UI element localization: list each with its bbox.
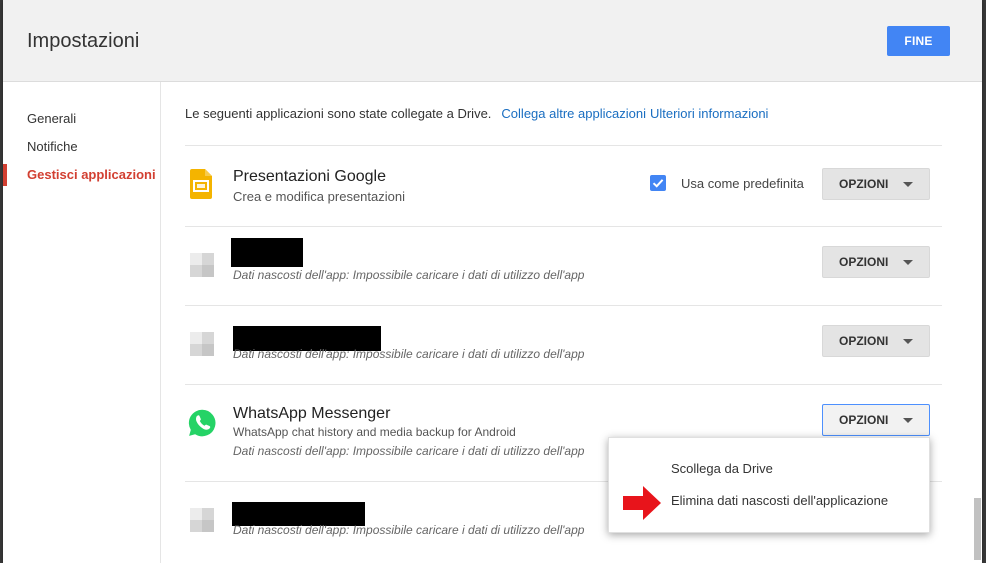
options-button[interactable]: OPZIONI <box>822 168 930 200</box>
default-checkbox[interactable] <box>650 175 666 191</box>
app-name: Presentazioni Google <box>233 168 386 185</box>
app-description: WhatsApp chat history and media backup f… <box>233 425 516 439</box>
more-info-link[interactable]: Ulteriori informazioni <box>650 106 768 121</box>
scrollbar-thumb[interactable] <box>974 498 981 560</box>
google-slides-icon <box>190 169 212 204</box>
dialog-title: Impostazioni <box>27 30 140 52</box>
placeholder-app-icon <box>190 508 214 537</box>
options-button[interactable]: OPZIONI <box>822 325 930 357</box>
whatsapp-icon <box>186 407 218 444</box>
menu-item-delete-hidden-data[interactable]: Elimina dati nascosti dell'applicazione <box>671 493 888 508</box>
done-button[interactable]: FINE <box>887 26 950 56</box>
app-note: Dati nascosti dell'app: Impossibile cari… <box>233 523 585 537</box>
intro-label: Le seguenti applicazioni sono state coll… <box>185 106 492 121</box>
red-arrow-icon <box>623 486 661 525</box>
caret-down-icon <box>903 260 913 265</box>
options-button[interactable]: OPZIONI <box>822 404 930 436</box>
app-name: WhatsApp Messenger <box>233 405 391 422</box>
app-note: Dati nascosti dell'app: Impossibile cari… <box>233 268 585 282</box>
app-row-google-slides: Presentazioni Google Crea e modifica pre… <box>185 147 942 225</box>
scrollbar-track[interactable] <box>973 82 982 563</box>
app-description: Crea e modifica presentazioni <box>233 189 405 204</box>
sidebar: Generali Notifiche Gestisci applicazioni <box>3 82 161 563</box>
redacted-app-name <box>231 238 303 267</box>
settings-dialog: Impostazioni FINE Generali Notifiche Ges… <box>3 0 982 563</box>
caret-down-icon <box>903 182 913 187</box>
app-row-redacted-2: Dati nascosti dell'app: Impossibile cari… <box>185 306 942 384</box>
caret-down-icon <box>903 339 913 344</box>
divider <box>185 145 942 146</box>
menu-item-disconnect[interactable]: Scollega da Drive <box>671 461 773 476</box>
app-note: Dati nascosti dell'app: Impossibile cari… <box>233 444 585 458</box>
options-menu: Scollega da Drive Elimina dati nascosti … <box>608 437 930 533</box>
dialog-header: Impostazioni FINE <box>3 0 982 82</box>
app-note: Dati nascosti dell'app: Impossibile cari… <box>233 347 585 361</box>
sidebar-item-notifications[interactable]: Notifiche <box>27 139 78 154</box>
placeholder-app-icon <box>190 253 214 282</box>
caret-down-icon <box>903 418 913 423</box>
options-label: OPZIONI <box>839 334 889 348</box>
active-nav-indicator <box>3 164 7 186</box>
app-row-redacted-1: Dati nascosti dell'app: Impossibile cari… <box>185 227 942 305</box>
default-label: Usa come predefinita <box>681 176 804 191</box>
intro-text: Le seguenti applicazioni sono state coll… <box>185 106 768 121</box>
options-button[interactable]: OPZIONI <box>822 246 930 278</box>
placeholder-app-icon <box>190 332 214 361</box>
sidebar-item-manage-apps[interactable]: Gestisci applicazioni <box>27 167 156 182</box>
sidebar-item-general[interactable]: Generali <box>27 111 76 126</box>
options-label: OPZIONI <box>839 413 889 427</box>
options-label: OPZIONI <box>839 255 889 269</box>
connect-apps-link[interactable]: Collega altre applicazioni <box>501 106 646 121</box>
check-icon <box>652 179 664 188</box>
options-label: OPZIONI <box>839 177 889 191</box>
